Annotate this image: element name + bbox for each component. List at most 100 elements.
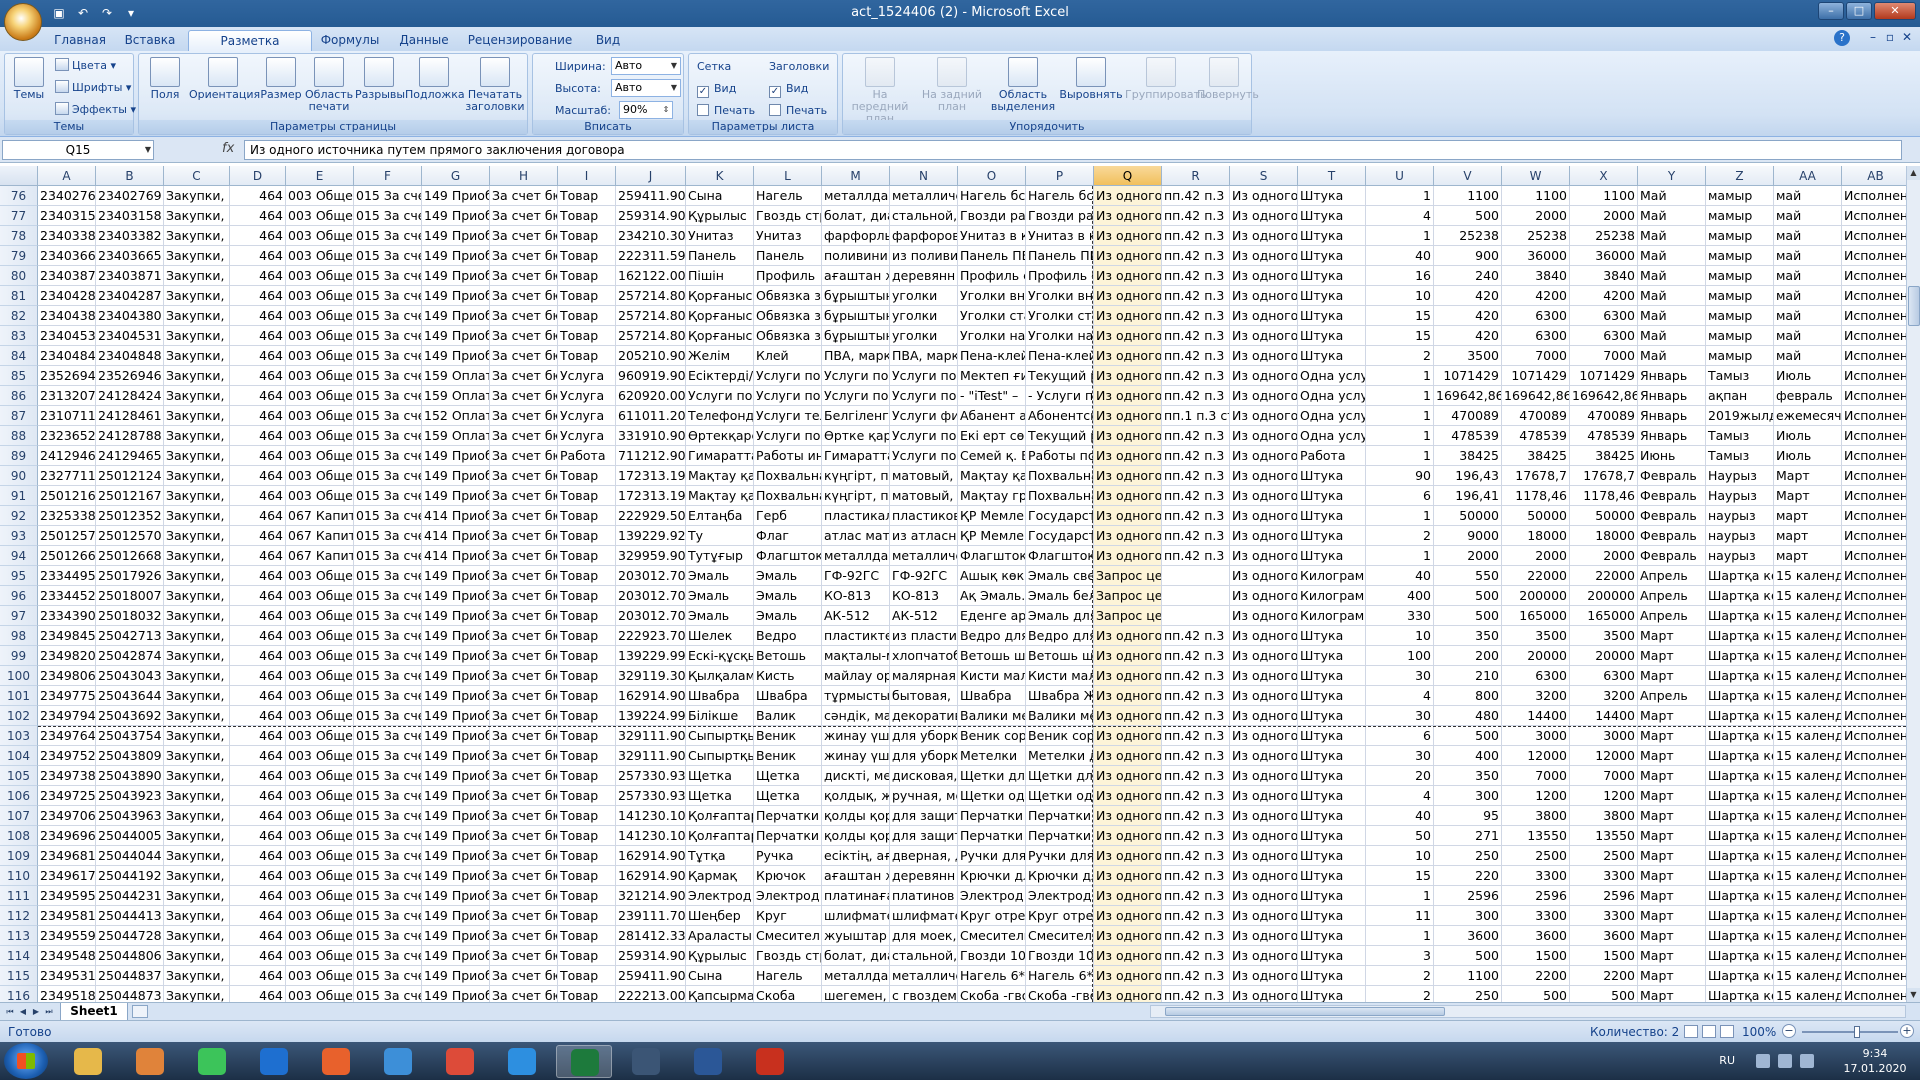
table-cell[interactable]: Март — [1638, 646, 1706, 666]
row-header[interactable]: 95 — [0, 566, 38, 586]
table-cell[interactable]: для защит — [890, 826, 958, 846]
table-cell[interactable]: 149 Приоб — [422, 906, 490, 926]
table-cell[interactable]: ҚР Мемле — [958, 506, 1026, 526]
table-cell[interactable]: Услуги по — [890, 446, 958, 466]
table-cell[interactable]: Услуги по — [890, 366, 958, 386]
table-cell[interactable]: Веник — [754, 746, 822, 766]
table-cell[interactable]: деревянн — [890, 266, 958, 286]
table-cell[interactable]: 464 — [230, 846, 286, 866]
row-header[interactable]: 105 — [0, 766, 38, 786]
table-cell[interactable]: 015 За сче — [354, 506, 422, 526]
table-cell[interactable]: 222923.700 — [616, 626, 686, 646]
table-cell[interactable]: Услуги фи — [890, 406, 958, 426]
table-cell[interactable]: 464 — [230, 506, 286, 526]
table-cell[interactable]: За счет бю — [490, 526, 558, 546]
table-cell[interactable]: Из одного — [1094, 426, 1162, 446]
table-cell[interactable]: Январь — [1638, 386, 1706, 406]
table-cell[interactable]: 200000 — [1570, 586, 1638, 606]
table-cell[interactable]: Март — [1638, 906, 1706, 926]
normal-view-icon[interactable] — [1684, 1025, 1698, 1038]
table-cell[interactable]: 149 Приоб — [422, 226, 490, 246]
table-cell[interactable]: 9000 — [1434, 526, 1502, 546]
table-cell[interactable]: 003 Общег — [286, 326, 354, 346]
table-cell[interactable]: Ручки для — [1026, 846, 1094, 866]
table-cell[interactable]: Исполнен — [1842, 586, 1906, 606]
row-header[interactable]: 103 — [0, 726, 38, 746]
table-cell[interactable]: Май — [1638, 306, 1706, 326]
table-cell[interactable]: Из одного — [1230, 566, 1298, 586]
table-cell[interactable]: 015 За сче — [354, 206, 422, 226]
table-cell[interactable]: Исполнен — [1842, 826, 1906, 846]
table-cell[interactable]: Март — [1638, 726, 1706, 746]
row-header[interactable]: 104 — [0, 746, 38, 766]
table-cell[interactable]: Февраль — [1638, 526, 1706, 546]
row-header[interactable]: 81 — [0, 286, 38, 306]
table-cell[interactable]: пп.42 п.3 с — [1162, 466, 1230, 486]
table-cell[interactable]: для моек, — [890, 926, 958, 946]
prev-sheet-icon[interactable]: ◀ — [17, 1005, 29, 1019]
table-cell[interactable]: 3200 — [1502, 686, 1570, 706]
table-cell[interactable]: Эмаль — [686, 586, 754, 606]
table-cell[interactable]: 4 — [1366, 686, 1434, 706]
table-cell[interactable]: Товар — [558, 586, 616, 606]
table-cell[interactable]: пп.42 п.3 с — [1162, 626, 1230, 646]
table-cell[interactable]: Из одного — [1230, 866, 1298, 886]
table-cell[interactable]: За счет бю — [490, 926, 558, 946]
column-header[interactable]: I — [558, 166, 616, 186]
table-cell[interactable]: За счет бю — [490, 666, 558, 686]
table-cell[interactable]: мамыр — [1706, 186, 1774, 206]
table-cell[interactable]: Текущий р — [1026, 366, 1094, 386]
table-cell[interactable]: Құрылыс — [686, 946, 754, 966]
table-cell[interactable]: 23403382 — [96, 226, 164, 246]
table-cell[interactable]: За счет бю — [490, 486, 558, 506]
table-cell[interactable]: 003 Общег — [286, 226, 354, 246]
table-cell[interactable]: Закупки, н — [164, 906, 230, 926]
table-cell[interactable]: 350 — [1434, 766, 1502, 786]
table-cell[interactable]: 162122.000 — [616, 266, 686, 286]
table-cell[interactable]: Щетка — [754, 786, 822, 806]
table-cell[interactable]: Закупки, н — [164, 866, 230, 886]
table-cell[interactable]: Исполнен — [1842, 386, 1906, 406]
table-cell[interactable]: Государст — [1026, 506, 1094, 526]
table-cell[interactable]: мамыр — [1706, 326, 1774, 346]
table-cell[interactable]: для защит — [890, 806, 958, 826]
table-cell[interactable]: Метелки — [958, 746, 1026, 766]
table-cell[interactable]: 23344526 — [38, 586, 96, 606]
table-cell[interactable]: Май — [1638, 246, 1706, 266]
table-cell[interactable]: Сыпыртқы — [686, 746, 754, 766]
fonts-button[interactable]: Шрифты ▾ — [55, 79, 131, 97]
table-cell[interactable]: Товар — [558, 886, 616, 906]
table-cell[interactable]: Қолғаптар — [686, 826, 754, 846]
table-cell[interactable]: 067 Капита — [286, 526, 354, 546]
table-cell[interactable]: Ведро для — [1026, 626, 1094, 646]
table-cell[interactable]: Шартқа кө — [1706, 886, 1774, 906]
table-cell[interactable]: Из одного — [1094, 946, 1162, 966]
table-cell[interactable]: шлифмате — [890, 906, 958, 926]
table-cell[interactable]: пластикал — [822, 506, 890, 526]
row-header[interactable]: 110 — [0, 866, 38, 886]
table-cell[interactable]: 003 Общег — [286, 386, 354, 406]
table-cell[interactable]: Работы ин — [754, 446, 822, 466]
table-cell[interactable]: Штука — [1298, 846, 1366, 866]
table-cell[interactable]: 414 Приоб — [422, 526, 490, 546]
table-cell[interactable]: 23497388 — [38, 766, 96, 786]
table-cell[interactable]: сәндік, ма — [822, 706, 890, 726]
table-cell[interactable]: 015 За сче — [354, 606, 422, 626]
table-cell[interactable]: Ручка — [754, 846, 822, 866]
table-cell[interactable]: 159 Оплата — [422, 426, 490, 446]
table-cell[interactable]: 23498206 — [38, 646, 96, 666]
table-cell[interactable]: Телефонд — [686, 406, 754, 426]
table-cell[interactable]: 464 — [230, 526, 286, 546]
table-cell[interactable]: мамыр — [1706, 206, 1774, 226]
table-cell[interactable]: Закупки, н — [164, 306, 230, 326]
table-cell[interactable]: малярная — [890, 666, 958, 686]
table-cell[interactable]: шлифмате — [822, 906, 890, 926]
table-cell[interactable]: 015 За сче — [354, 186, 422, 206]
table-cell[interactable]: Смесител — [754, 926, 822, 946]
table-cell[interactable]: 500 — [1434, 606, 1502, 626]
table-cell[interactable]: Март — [1638, 866, 1706, 886]
table-cell[interactable]: Май — [1638, 186, 1706, 206]
first-sheet-icon[interactable]: ⏮ — [4, 1005, 16, 1019]
table-cell[interactable]: 20 — [1366, 766, 1434, 786]
table-cell[interactable]: Апрель — [1638, 686, 1706, 706]
